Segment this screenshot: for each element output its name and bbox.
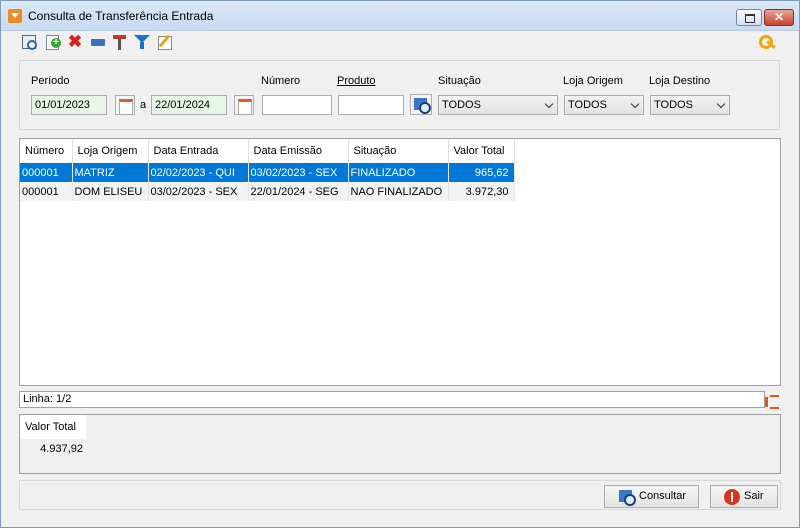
window-title: Consulta de Transferência Entrada [28,9,214,23]
chevron-down-icon [716,99,726,109]
situacao-select[interactable]: TODOS [438,95,558,115]
exit-icon [724,489,740,505]
total-value: 4.937,92 [40,443,83,455]
results-table: Número Loja Origem Data Entrada Data Emi… [20,139,515,201]
numero-input[interactable] [262,95,332,115]
periodo-label: Período [31,75,70,87]
delete-icon[interactable]: ✖ [67,33,83,50]
main-window: Consulta de Transferência Entrada ✕ ✖ Pe… [0,0,800,528]
edit-icon[interactable] [157,34,173,50]
key-icon[interactable] [759,35,777,51]
filter-panel: Período 01/01/2023 a 22/01/2024 Número P… [19,60,780,130]
table-row[interactable]: 000001 MATRIZ 02/02/2023 - QUI 03/02/202… [20,163,515,182]
produto-link[interactable]: Produto [337,75,376,87]
print-icon[interactable] [90,34,106,51]
calendar-to-icon[interactable] [234,95,254,115]
cell-situacao: NAO FINALIZADO [348,182,449,201]
cell-data-emissao: 03/02/2023 - SEX [248,163,349,182]
column-header-numero[interactable]: Número [20,139,73,163]
consultar-button[interactable]: Consultar [604,485,699,508]
table-row[interactable]: 000001 DOM ELISEU 03/02/2023 - SEX 22/01… [20,182,515,201]
cell-data-entrada: 03/02/2023 - SEX [148,182,249,201]
sair-label: Sair [744,490,764,502]
cell-data-entrada: 02/02/2023 - QUI [148,163,249,182]
cell-loja-origem: DOM ELISEU [72,182,149,201]
cell-numero: 000001 [20,163,73,182]
loja-origem-select[interactable]: TODOS [564,95,644,115]
add-icon[interactable] [44,34,61,50]
chevron-down-icon [630,99,640,109]
app-icon[interactable] [8,9,22,23]
numero-label: Número [261,75,301,87]
footer-bar: Consultar Sair [19,480,781,510]
produto-input[interactable] [338,95,404,115]
loja-destino-value: TODOS [654,99,693,111]
situacao-label: Situação [438,75,481,87]
sort-icon[interactable] [764,392,780,409]
calendar-from-icon[interactable] [115,95,135,115]
chevron-down-icon [544,99,554,109]
date-to-field[interactable]: 22/01/2024 [151,95,227,115]
situacao-value: TODOS [442,99,481,111]
cell-valor-total: 3.972,30 [448,182,515,201]
cell-data-emissao: 22/01/2024 - SEG [248,182,349,201]
close-button[interactable]: ✕ [764,9,794,26]
loja-destino-select[interactable]: TODOS [650,95,730,115]
cell-loja-origem: MATRIZ [72,163,149,182]
title-bar[interactable]: Consulta de Transferência Entrada ✕ [1,1,799,31]
cell-numero: 000001 [20,182,73,201]
column-header-situacao[interactable]: Situação [348,139,449,163]
column-header-data-emissao[interactable]: Data Emissão [248,139,349,163]
consult-icon [619,489,636,506]
column-header-loja-origem[interactable]: Loja Origem [72,139,149,163]
date-from-field[interactable]: 01/01/2023 [31,95,107,115]
results-grid[interactable]: Número Loja Origem Data Entrada Data Emi… [19,138,781,386]
column-header-data-entrada[interactable]: Data Entrada [148,139,249,163]
tools-icon[interactable] [112,34,128,50]
restore-button[interactable] [736,9,762,26]
loja-destino-label: Loja Destino [649,75,711,87]
totals-panel: Valor Total 4.937,92 [19,414,781,474]
cell-situacao: FINALIZADO [348,163,449,182]
date-range-separator: a [140,99,147,111]
sair-button[interactable]: Sair [710,485,778,508]
loja-origem-label: Loja Origem [563,75,623,87]
search-icon[interactable] [21,34,37,50]
cell-valor-total: 965,62 [448,163,515,182]
total-label: Valor Total [20,415,86,439]
consultar-label: Consultar [639,490,687,502]
produto-lookup-icon[interactable] [410,94,432,115]
loja-origem-value: TODOS [568,99,607,111]
filter-icon[interactable] [134,34,150,50]
client-area: ✖ Período 01/01/2023 a 22/01/2024 Número… [7,31,793,523]
column-header-valor-total[interactable]: Valor Total [448,139,515,163]
row-status-bar: Linha: 1/2 [19,391,765,408]
table-header-row: Número Loja Origem Data Entrada Data Emi… [20,139,515,163]
